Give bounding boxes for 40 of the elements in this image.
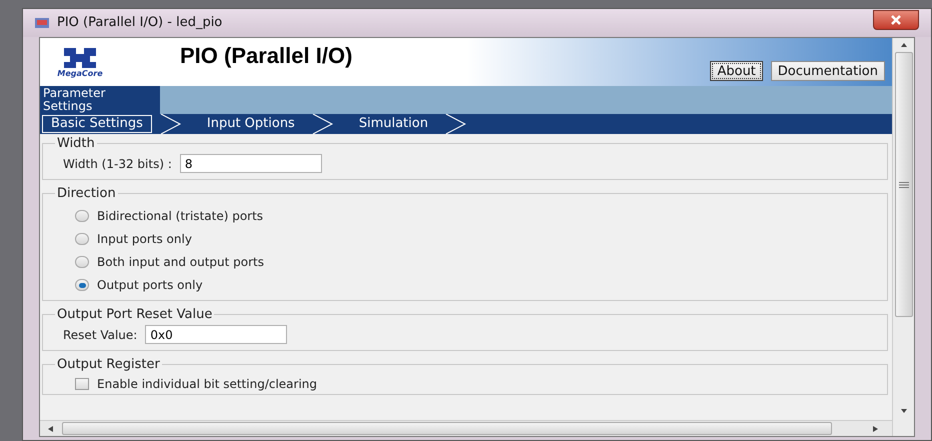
page-title: PIO (Parallel I/O) bbox=[180, 43, 352, 68]
scroll-left-icon bbox=[46, 424, 56, 434]
radio-button[interactable] bbox=[75, 256, 89, 268]
checkbox[interactable] bbox=[75, 378, 89, 390]
radio-button[interactable] bbox=[75, 279, 89, 291]
chevron-icon bbox=[160, 114, 182, 134]
window-title: PIO (Parallel I/O) - led_pio bbox=[57, 14, 222, 32]
grip-icon bbox=[898, 182, 908, 188]
scrollbar-thumb[interactable] bbox=[894, 52, 912, 317]
scrollbar-thumb[interactable] bbox=[62, 422, 832, 435]
header-button[interactable]: About bbox=[710, 61, 763, 81]
chevron-icon bbox=[312, 114, 334, 134]
radio-label: Both input and output ports bbox=[97, 254, 264, 271]
radio-button[interactable] bbox=[75, 233, 89, 245]
chevron-icon bbox=[445, 114, 468, 134]
horizontal-scrollbar[interactable] bbox=[40, 420, 892, 436]
input-field[interactable]: 8 bbox=[180, 154, 322, 173]
vertical-scrollbar[interactable] bbox=[892, 38, 914, 436]
field-label: Reset Value: bbox=[63, 326, 138, 344]
radio-label: Bidirectional (tristate) ports bbox=[97, 208, 264, 225]
radio-button[interactable] bbox=[75, 210, 89, 222]
header-button[interactable]: Documentation bbox=[770, 61, 885, 81]
close-icon bbox=[890, 15, 902, 25]
step-tab[interactable]: Simulation bbox=[350, 115, 438, 133]
window-icon bbox=[35, 18, 49, 28]
tab[interactable]: Parameter Settings bbox=[40, 86, 160, 114]
radio-label: Output ports only bbox=[97, 277, 203, 294]
step-tab[interactable]: Input Options bbox=[198, 115, 304, 133]
step-tab[interactable]: Basic Settings bbox=[42, 115, 152, 133]
close-button[interactable] bbox=[873, 10, 919, 30]
logo-text: MegaCore bbox=[57, 70, 103, 78]
input-field[interactable]: 0x0 bbox=[145, 325, 288, 344]
radio-label: Input ports only bbox=[97, 231, 192, 248]
group-title: Direction bbox=[56, 186, 117, 201]
field-label: Width (1-32 bits) : bbox=[63, 156, 172, 172]
scroll-right-icon bbox=[870, 424, 880, 434]
group-title: Width bbox=[56, 136, 96, 151]
group-title: Output Register bbox=[56, 357, 161, 372]
checkbox-label: Enable individual bit setting/clearing bbox=[97, 376, 318, 392]
group-title: Output Port Reset Value bbox=[56, 307, 214, 322]
